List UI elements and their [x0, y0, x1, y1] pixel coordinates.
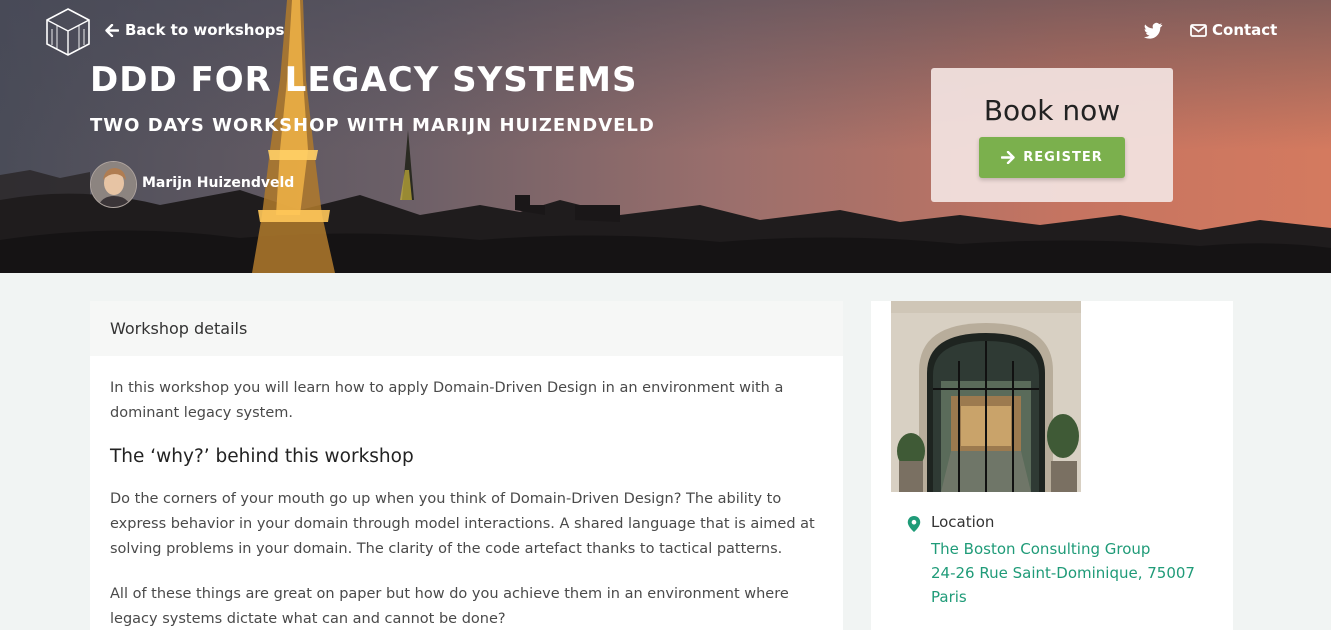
venue-city[interactable]: Paris — [931, 585, 1195, 609]
contact-label: Contact — [1212, 21, 1278, 39]
arrow-right-icon — [1001, 151, 1015, 164]
register-label: REGISTER — [1023, 150, 1103, 165]
hero-banner: Back to workshops Contact DDD FOR LEGACY… — [0, 0, 1331, 273]
venue-street[interactable]: 24-26 Rue Saint-Dominique, 75007 — [931, 561, 1195, 585]
contact-link[interactable]: Contact — [1190, 21, 1277, 39]
back-to-workshops-link[interactable]: Back to workshops — [105, 21, 284, 39]
speaker-portrait — [91, 162, 136, 207]
workshop-details-body: In this workshop you will learn how to a… — [90, 356, 843, 630]
why-paragraph-2: All of these things are great on paper b… — [110, 586, 789, 627]
map-pin-icon — [907, 516, 921, 532]
twitter-icon[interactable] — [1143, 22, 1163, 40]
intro-paragraph: In this workshop you will learn how to a… — [110, 380, 784, 421]
register-button[interactable]: REGISTER — [979, 137, 1125, 178]
back-link-label: Back to workshops — [125, 21, 285, 39]
avatar[interactable] — [90, 161, 137, 208]
speaker-name[interactable]: Marijn Huizendveld — [142, 175, 294, 191]
envelope-icon — [1190, 23, 1207, 37]
page-title: DDD FOR LEGACY SYSTEMS — [90, 60, 638, 100]
page-subtitle: TWO DAYS WORKSHOP WITH MARIJN HUIZENDVEL… — [90, 115, 655, 136]
venue-photo — [891, 301, 1081, 492]
booking-card: Book now REGISTER — [931, 68, 1173, 202]
logo-icon[interactable] — [44, 7, 92, 57]
location-address-link[interactable]: The Boston Consulting Group 24-26 Rue Sa… — [931, 537, 1195, 609]
workshop-details-heading: Workshop details — [90, 301, 843, 356]
booking-title: Book now — [983, 94, 1121, 127]
venue-name[interactable]: The Boston Consulting Group — [931, 537, 1195, 561]
location-label: Location — [931, 513, 995, 531]
arrow-left-icon — [105, 23, 119, 37]
workshop-details-card: Workshop details In this workshop you wi… — [90, 301, 843, 630]
why-paragraph-1: Do the corners of your mouth go up when … — [110, 491, 815, 557]
location-card: Location The Boston Consulting Group 24-… — [871, 301, 1233, 630]
why-heading: The ‘why?’ behind this workshop — [110, 446, 414, 467]
